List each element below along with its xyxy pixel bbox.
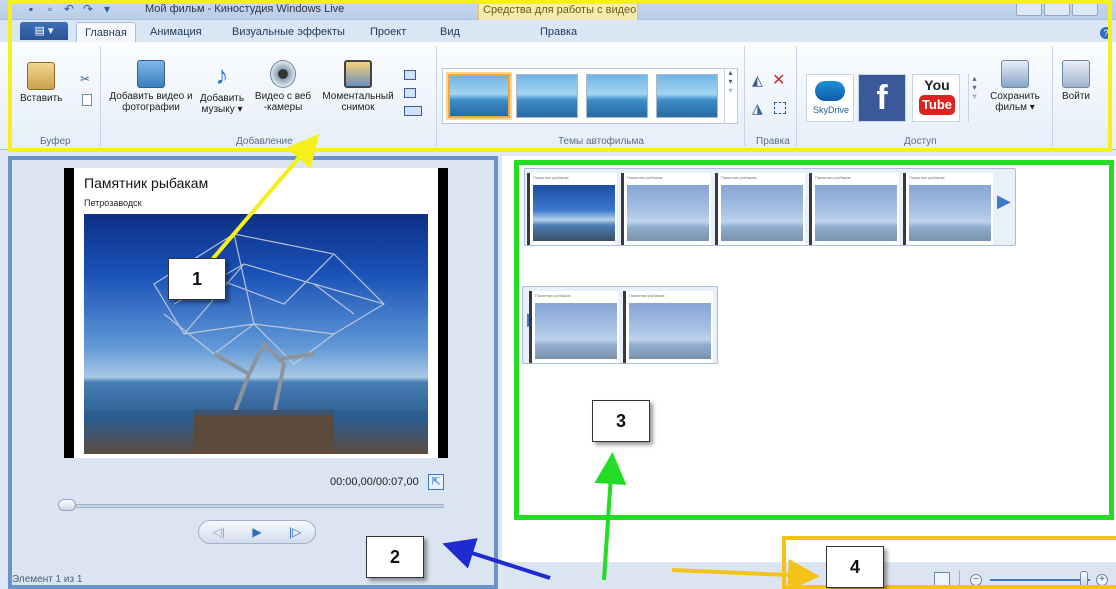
rotate-right-icon[interactable]: ◮ [752, 100, 763, 117]
maximize-button[interactable] [1044, 1, 1070, 16]
skydrive-button[interactable]: SkyDrive [806, 74, 854, 122]
facebook-button[interactable]: f [858, 74, 906, 122]
add-music-button[interactable]: ♪ Добавить музыку ▾ [196, 60, 248, 115]
youtube-logo-bottom: Tube [919, 95, 955, 115]
caption-icon[interactable] [404, 88, 416, 98]
redo-icon[interactable]: ↷ [81, 2, 95, 16]
paste-button[interactable]: Вставить [20, 62, 62, 104]
playback-controls: ◁| ▶ |▷ [198, 520, 316, 544]
youtube-logo-top: You [924, 77, 950, 93]
group-themes-label: Темы автофильма [558, 136, 644, 147]
app-menu-icon[interactable]: ▪ [24, 2, 38, 16]
ribbon-separator [1052, 46, 1053, 146]
save-movie-button[interactable]: Сохранить фильм ▾ [986, 60, 1044, 113]
ribbon: Вставить ✂ Буфер Добавить видео и фотогр… [0, 42, 1116, 150]
callout-3: 3 [592, 400, 650, 442]
skydrive-label: SkyDrive [812, 105, 849, 115]
share-gallery-scroll[interactable]: ▴ ▾ ▿ [968, 74, 980, 122]
fullscreen-icon[interactable]: ⇱ [428, 474, 444, 490]
autotheme-thumbnail[interactable] [448, 74, 510, 118]
signin-button[interactable]: Войти [1056, 60, 1096, 102]
movie-maker-window: ▪ ▫ ↶ ↷ ▾ Мой фильм - Киностудия Windows… [0, 0, 1116, 589]
youtube-button[interactable]: You Tube [912, 74, 960, 122]
play-icon[interactable]: ▶ [252, 525, 261, 539]
preview-photo [84, 214, 428, 454]
save-icon[interactable]: ▫ [43, 2, 57, 16]
window-title: Мой фильм - Киностудия Windows Live [145, 3, 345, 15]
skydrive-icon [815, 81, 845, 101]
paste-label: Вставить [20, 93, 63, 104]
add-video-label: Добавить видео и фотографии [109, 91, 193, 113]
copy-icon[interactable] [82, 94, 92, 106]
help-icon[interactable]: ? [1100, 27, 1112, 39]
callout-1: 1 [168, 258, 226, 300]
film-photo-icon [137, 60, 165, 88]
cut-icon[interactable]: ✂ [80, 72, 94, 86]
autotheme-thumbnail[interactable] [656, 74, 718, 118]
group-share-label: Доступ [904, 136, 937, 147]
tab-edit[interactable]: Правка [540, 26, 577, 38]
context-group-title: Средства для работы с видео [483, 4, 637, 16]
window-controls [1016, 1, 1098, 16]
remove-icon[interactable]: ✕ [772, 70, 785, 90]
group-add-label: Добавление [236, 136, 293, 147]
snapshot-icon [344, 60, 372, 88]
signin-label: Войти [1062, 91, 1090, 102]
add-video-button[interactable]: Добавить видео и фотографии [106, 60, 196, 113]
tab-view[interactable]: Вид [440, 26, 460, 38]
gallery-scroll[interactable]: ▴ ▾ ▿ [724, 68, 736, 124]
clipboard-icon [27, 62, 55, 90]
autotheme-thumbnail[interactable] [516, 74, 578, 118]
save-movie-label: Сохранить фильм ▾ [990, 91, 1040, 113]
preview-screen: Памятник рыбакам Петрозаводск [64, 168, 448, 458]
facebook-icon: f [876, 79, 888, 117]
quick-access-toolbar: ▪ ▫ ↶ ↷ ▾ [24, 2, 114, 16]
preview-panel: Памятник рыбакам Петрозаводск 00:00,00/0… [8, 156, 498, 589]
seek-slider[interactable] [60, 504, 444, 508]
snapshot-label: Моментальный снимок [322, 91, 394, 113]
timecode: 00:00,00/00:07,00 [330, 476, 419, 488]
previous-frame-icon[interactable]: ◁| [213, 525, 225, 539]
webcam-button[interactable]: Видео с веб -камеры [250, 60, 316, 113]
callout-4: 4 [826, 546, 884, 588]
slide-title: Памятник рыбакам [84, 175, 209, 191]
autotheme-thumbnail[interactable] [586, 74, 648, 118]
select-all-icon[interactable] [774, 102, 786, 114]
file-menu-button[interactable]: ▤ ▾ [20, 22, 68, 40]
ribbon-separator [796, 46, 797, 146]
minimize-button[interactable] [1016, 1, 1042, 16]
tab-home[interactable]: Главная [76, 22, 136, 42]
save-movie-icon [1001, 60, 1029, 88]
webcam-icon [270, 60, 296, 88]
highlight-storyboard [514, 160, 1114, 520]
rotate-left-icon[interactable]: ◭ [752, 72, 763, 89]
undo-icon[interactable]: ↶ [62, 2, 76, 16]
credits-icon[interactable] [404, 106, 422, 116]
callout-2: 2 [366, 536, 424, 578]
music-note-icon: ♪ [215, 60, 229, 90]
customize-qat-icon[interactable]: ▾ [100, 2, 114, 16]
tab-animation[interactable]: Анимация [150, 26, 202, 38]
add-music-label: Добавить музыку ▾ [199, 93, 245, 115]
ribbon-separator [744, 46, 745, 146]
ribbon-separator [436, 46, 437, 146]
title-icon[interactable] [404, 70, 416, 80]
user-icon [1062, 60, 1090, 88]
seek-thumb[interactable] [58, 499, 76, 511]
preview-slide: Памятник рыбакам Петрозаводск [74, 168, 438, 458]
close-button[interactable] [1072, 1, 1098, 16]
tab-project[interactable]: Проект [370, 26, 406, 38]
snapshot-button[interactable]: Моментальный снимок [316, 60, 400, 113]
next-frame-icon[interactable]: |▷ [289, 525, 301, 539]
tab-visual-effects[interactable]: Визуальные эффекты [232, 26, 345, 38]
slide-subtitle: Петрозаводск [84, 198, 142, 208]
group-clipboard-label: Буфер [40, 136, 71, 147]
ribbon-separator [100, 46, 101, 146]
status-item-count: Элемент 1 из 1 [12, 574, 83, 585]
sculpture-illustration [84, 233, 428, 454]
webcam-label: Видео с веб -камеры [254, 91, 312, 113]
group-edit-label: Правка [756, 136, 790, 147]
